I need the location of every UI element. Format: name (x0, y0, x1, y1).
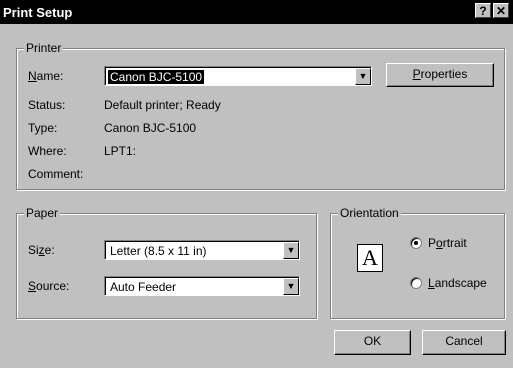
cancel-button[interactable]: Cancel (422, 330, 506, 355)
where-value: LPT1: (104, 144, 137, 158)
orientation-group: Orientation A (330, 206, 505, 319)
source-label: Source: (28, 279, 70, 293)
print-setup-dialog: Print Setup ? ✕ Printer Name: Canon BJC-… (0, 0, 513, 368)
landscape-label[interactable]: Landscape (428, 276, 487, 290)
status-label: Status: (28, 98, 66, 112)
type-label: Type: (28, 121, 58, 135)
portrait-label[interactable]: Portrait (428, 236, 467, 250)
where-label: Where: (28, 144, 67, 158)
size-label: Size: (28, 243, 55, 257)
paper-size-dropdown-button[interactable]: ▼ (283, 242, 299, 259)
title-bar: Print Setup ? ✕ (0, 0, 513, 24)
printer-name-value: Canon BJC-5100 (106, 69, 206, 85)
paper-group-title: Paper (24, 206, 61, 220)
portrait-radio[interactable] (410, 237, 422, 249)
close-icon: ✕ (495, 4, 507, 18)
ok-button[interactable]: OK (334, 330, 411, 355)
type-value: Canon BJC-5100 (104, 121, 197, 135)
properties-button[interactable]: Properties (386, 63, 494, 87)
chevron-down-icon: ▼ (358, 71, 368, 81)
paper-group: Paper (16, 206, 317, 319)
close-button[interactable]: ✕ (493, 3, 509, 18)
orientation-group-title: Orientation (338, 206, 401, 220)
radio-selected-dot (414, 241, 418, 245)
window-title: Print Setup (3, 5, 73, 20)
comment-label: Comment: (28, 167, 84, 181)
chevron-down-icon: ▼ (286, 245, 296, 255)
paper-source-dropdown-button[interactable]: ▼ (283, 278, 299, 295)
printer-group-title: Printer (24, 41, 64, 55)
paper-size-value: Letter (8.5 x 11 in) (110, 244, 207, 258)
status-value: Default printer; Ready (104, 98, 221, 112)
portrait-page-icon: A (357, 244, 383, 272)
printer-name-dropdown[interactable]: Canon BJC-5100 ▼ (104, 66, 372, 86)
chevron-down-icon: ▼ (286, 281, 296, 291)
printer-name-dropdown-button[interactable]: ▼ (355, 68, 371, 85)
paper-source-dropdown[interactable]: Auto Feeder ▼ (104, 276, 300, 296)
name-label: Name: (28, 69, 64, 83)
landscape-radio[interactable] (410, 277, 422, 289)
paper-size-dropdown[interactable]: Letter (8.5 x 11 in) ▼ (104, 240, 300, 260)
help-button[interactable]: ? (475, 3, 491, 18)
paper-source-value: Auto Feeder (110, 280, 177, 294)
